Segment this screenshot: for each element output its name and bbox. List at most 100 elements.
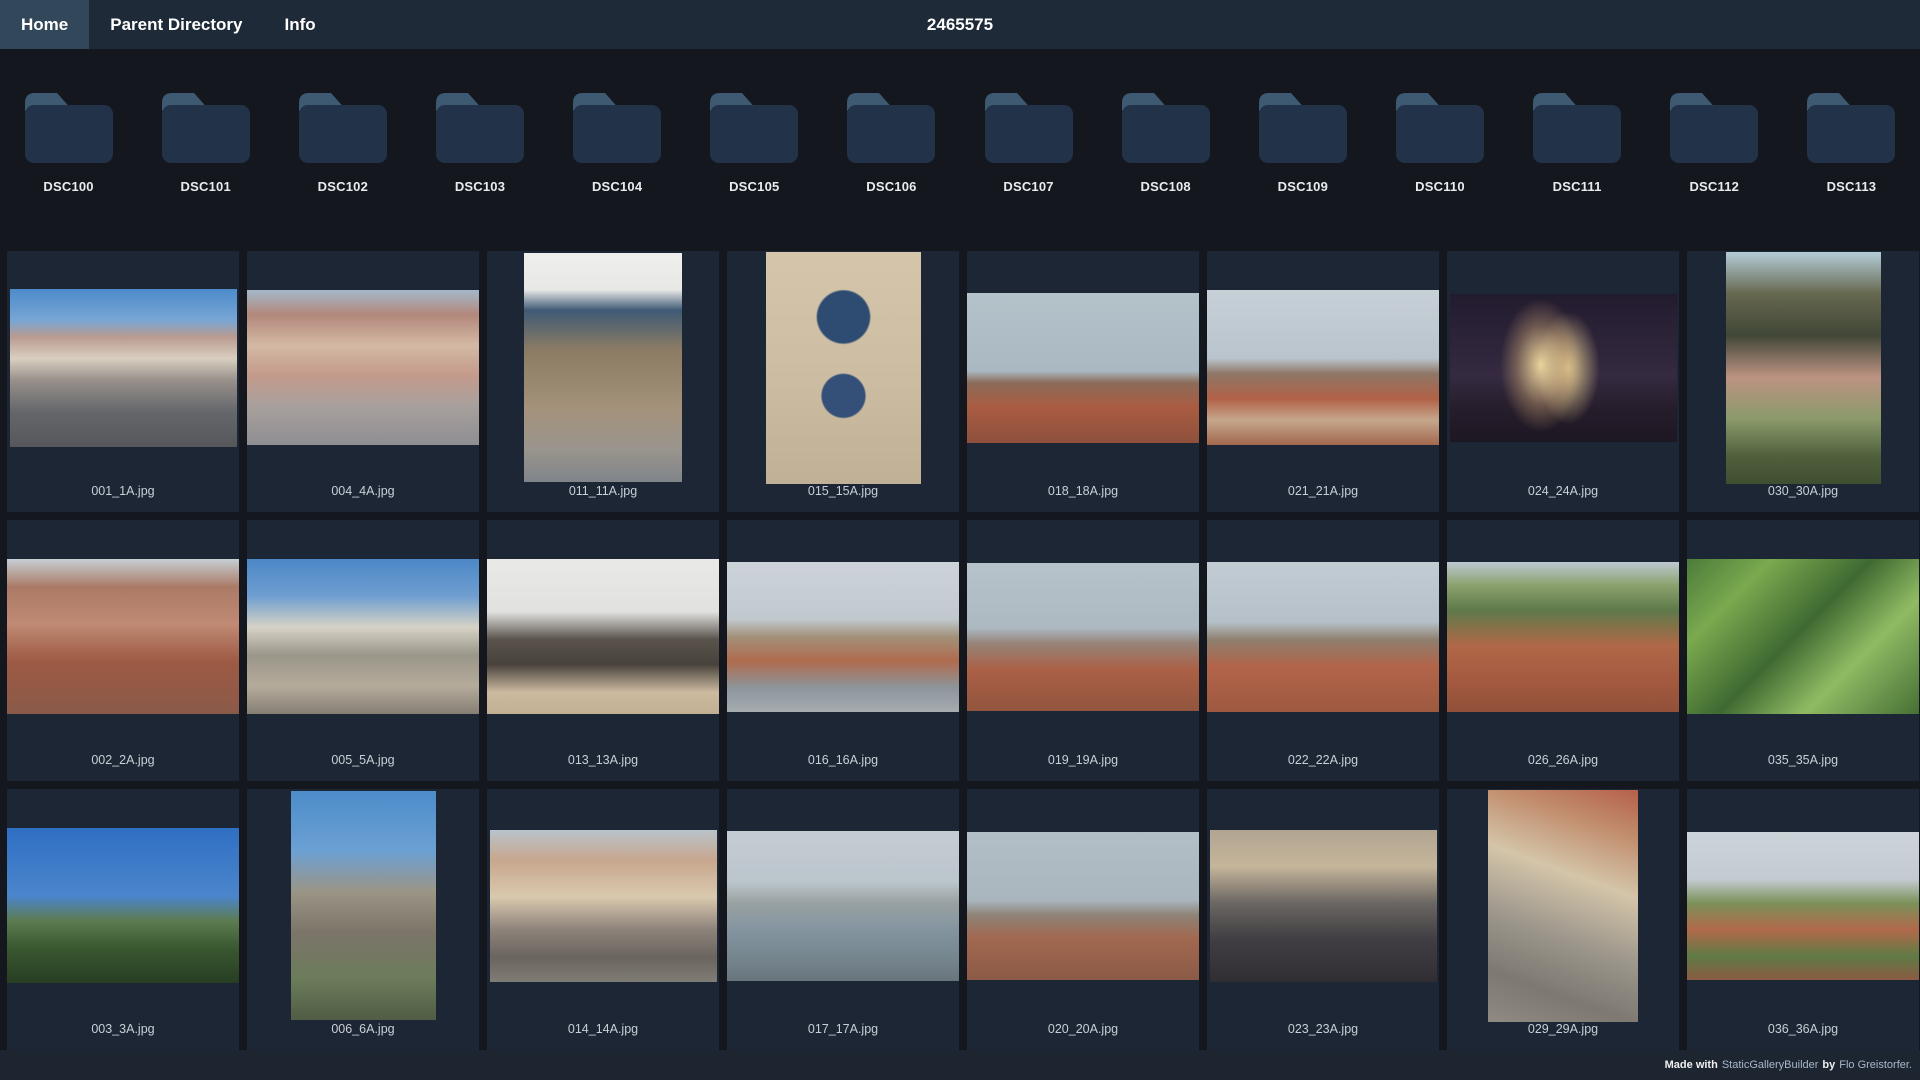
- photo-cell-035-35a-jpg[interactable]: 035_35A.jpg: [1687, 520, 1919, 781]
- folder-item-dsc107[interactable]: DSC107: [960, 93, 1097, 251]
- photo-cell-014-14a-jpg[interactable]: 014_14A.jpg: [487, 789, 719, 1050]
- photo-thumbnail[interactable]: [1725, 251, 1881, 484]
- photo-thumbnail[interactable]: [1449, 293, 1677, 442]
- photo-cell-002-2a-jpg[interactable]: 002_2A.jpg: [7, 520, 239, 781]
- photo-thumbnail[interactable]: [967, 831, 1199, 980]
- photo-thumb-area: [1687, 520, 1919, 753]
- folder-label: DSC104: [591, 179, 643, 194]
- photo-thumbnail[interactable]: [1209, 829, 1437, 982]
- folder-item-dsc101[interactable]: DSC101: [137, 93, 274, 251]
- photo-filename: 019_19A.jpg: [1047, 753, 1119, 767]
- photo-filename: 015_15A.jpg: [807, 484, 879, 498]
- folder-item-dsc108[interactable]: DSC108: [1097, 93, 1234, 251]
- photo-thumbnail[interactable]: [1447, 561, 1679, 712]
- folder-label: DSC110: [1415, 179, 1465, 194]
- photo-cell-016-16a-jpg[interactable]: 016_16A.jpg: [727, 520, 959, 781]
- photo-cell-029-29a-jpg[interactable]: 029_29A.jpg: [1447, 789, 1679, 1050]
- folder-item-dsc110[interactable]: DSC110: [1371, 93, 1508, 251]
- photo-thumbnail[interactable]: [967, 292, 1199, 443]
- nav-item-home[interactable]: Home: [0, 0, 90, 49]
- photo-thumb-area: [7, 789, 239, 1022]
- photo-cell-023-23a-jpg[interactable]: 023_23A.jpg: [1207, 789, 1439, 1050]
- folder-item-dsc113[interactable]: DSC113: [1783, 93, 1920, 251]
- photo-cell-019-19a-jpg[interactable]: 019_19A.jpg: [967, 520, 1199, 781]
- nav-item-parent-directory[interactable]: Parent Directory: [89, 0, 263, 49]
- photo-cell-003-3a-jpg[interactable]: 003_3A.jpg: [7, 789, 239, 1050]
- photo-cell-020-20a-jpg[interactable]: 020_20A.jpg: [967, 789, 1199, 1050]
- footer-builder-link[interactable]: StaticGalleryBuilder: [1722, 1059, 1819, 1071]
- photo-thumbnail[interactable]: [489, 829, 717, 982]
- nav-item-info[interactable]: Info: [264, 0, 337, 49]
- photo-cell-015-15a-jpg[interactable]: 015_15A.jpg: [727, 251, 959, 512]
- folder-item-dsc106[interactable]: DSC106: [823, 93, 960, 251]
- photo-filename: 022_22A.jpg: [1287, 753, 1359, 767]
- photo-filename: 026_26A.jpg: [1527, 753, 1599, 767]
- photo-thumbnail[interactable]: [1207, 290, 1439, 445]
- photo-thumb-area: [727, 789, 959, 1022]
- folder-item-dsc112[interactable]: DSC112: [1646, 93, 1783, 251]
- photo-thumbnail[interactable]: [7, 559, 239, 714]
- photo-cell-026-26a-jpg[interactable]: 026_26A.jpg: [1447, 520, 1679, 781]
- photo-thumbnail[interactable]: [765, 251, 921, 484]
- photo-cell-005-5a-jpg[interactable]: 005_5A.jpg: [247, 520, 479, 781]
- folder-icon: [1395, 93, 1484, 163]
- photo-thumbnail[interactable]: [967, 562, 1199, 711]
- folder-item-dsc103[interactable]: DSC103: [411, 93, 548, 251]
- photo-cell-018-18a-jpg[interactable]: 018_18A.jpg: [967, 251, 1199, 512]
- photo-cell-013-13a-jpg[interactable]: 013_13A.jpg: [487, 520, 719, 781]
- photo-thumbnail[interactable]: [9, 288, 237, 447]
- photo-thumbnail[interactable]: [1207, 561, 1439, 712]
- photo-filename: 029_29A.jpg: [1527, 1022, 1599, 1036]
- photo-thumbnail[interactable]: [727, 830, 959, 981]
- photo-filename: 016_16A.jpg: [807, 753, 879, 767]
- photo-thumbnail[interactable]: [1687, 831, 1919, 980]
- photo-thumbnail[interactable]: [247, 290, 479, 445]
- photo-thumb-area: [247, 789, 479, 1022]
- photo-cell-004-4a-jpg[interactable]: 004_4A.jpg: [247, 251, 479, 512]
- photo-filename: 020_20A.jpg: [1047, 1022, 1119, 1036]
- photo-filename: 001_1A.jpg: [91, 484, 155, 498]
- photo-thumb-area: [247, 251, 479, 484]
- photo-cell-021-21a-jpg[interactable]: 021_21A.jpg: [1207, 251, 1439, 512]
- footer-by: by: [1822, 1059, 1836, 1071]
- photo-thumbnail[interactable]: [1687, 559, 1919, 714]
- photo-thumb-area: [967, 789, 1199, 1022]
- photo-cell-030-30a-jpg[interactable]: 030_30A.jpg: [1687, 251, 1919, 512]
- photo-filename: 018_18A.jpg: [1047, 484, 1119, 498]
- photo-filename: 021_21A.jpg: [1287, 484, 1359, 498]
- photo-filename: 013_13A.jpg: [567, 753, 639, 767]
- folder-label: DSC113: [1826, 179, 1877, 194]
- folder-label: DSC106: [866, 179, 917, 194]
- photo-thumb-area: [1447, 520, 1679, 753]
- folder-label: DSC109: [1277, 179, 1328, 194]
- folder-item-dsc111[interactable]: DSC111: [1509, 93, 1646, 251]
- photo-thumbnail[interactable]: [1488, 789, 1638, 1022]
- nav-items: Home Parent Directory Info: [0, 0, 337, 49]
- photo-thumbnail[interactable]: [727, 561, 959, 712]
- footer-author-link[interactable]: Flo Greistorfer.: [1839, 1059, 1912, 1071]
- photo-thumb-area: [487, 520, 719, 753]
- photo-thumbnail[interactable]: [247, 559, 479, 714]
- photo-thumbnail[interactable]: [290, 791, 436, 1020]
- photo-cell-024-24a-jpg[interactable]: 024_24A.jpg: [1447, 251, 1679, 512]
- folder-item-dsc105[interactable]: DSC105: [686, 93, 823, 251]
- photo-thumbnail[interactable]: [524, 253, 682, 482]
- folder-item-dsc102[interactable]: DSC102: [274, 93, 411, 251]
- folder-item-dsc100[interactable]: DSC100: [0, 93, 137, 251]
- photo-cell-006-6a-jpg[interactable]: 006_6A.jpg: [247, 789, 479, 1050]
- folder-item-dsc104[interactable]: DSC104: [549, 93, 686, 251]
- photo-filename: 002_2A.jpg: [91, 753, 155, 767]
- folder-item-dsc109[interactable]: DSC109: [1234, 93, 1371, 251]
- photo-thumb-area: [247, 520, 479, 753]
- photo-thumb-area: [1447, 251, 1679, 484]
- photo-cell-022-22a-jpg[interactable]: 022_22A.jpg: [1207, 520, 1439, 781]
- photo-cell-001-1a-jpg[interactable]: 001_1A.jpg: [7, 251, 239, 512]
- photo-filename: 004_4A.jpg: [331, 484, 395, 498]
- photo-cell-011-11a-jpg[interactable]: 011_11A.jpg: [487, 251, 719, 512]
- photo-thumbnail[interactable]: [7, 828, 239, 983]
- photo-cell-036-36a-jpg[interactable]: 036_36A.jpg: [1687, 789, 1919, 1050]
- folder-label: DSC111: [1552, 179, 1602, 194]
- photo-cell-017-17a-jpg[interactable]: 017_17A.jpg: [727, 789, 959, 1050]
- photo-thumbnail[interactable]: [487, 559, 719, 714]
- folder-label: DSC105: [729, 179, 780, 194]
